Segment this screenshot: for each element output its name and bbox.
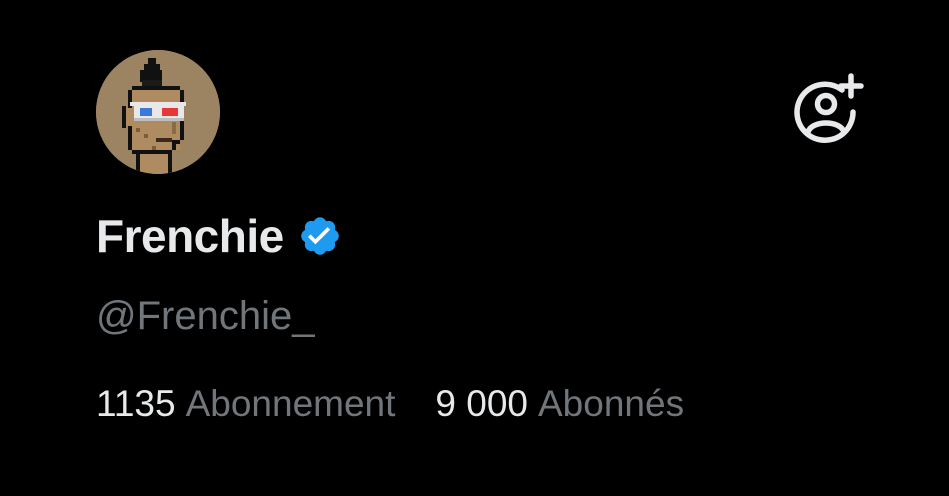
- following-stat[interactable]: 1135 Abonnement: [96, 378, 395, 430]
- profile-stats: 1135 Abonnement 9 000 Abonnés: [96, 378, 684, 430]
- followers-count: 9 000: [435, 383, 528, 424]
- person-add-icon: [794, 73, 864, 143]
- followers-stat[interactable]: 9 000 Abonnés: [435, 378, 684, 430]
- follow-button[interactable]: [790, 72, 864, 144]
- profile-name-row: Frenchie: [96, 206, 342, 266]
- verified-badge-icon[interactable]: [298, 214, 342, 258]
- display-name: Frenchie: [96, 210, 284, 262]
- profile-card: Frenchie @Frenchie_ 1135 Abonnement 9 00…: [0, 0, 949, 496]
- followers-label: Abonnés: [538, 383, 685, 424]
- pixel-punk-avatar-icon: [96, 50, 220, 174]
- following-label: Abonnement: [185, 383, 396, 424]
- profile-avatar[interactable]: [96, 50, 220, 174]
- profile-handle: @Frenchie_: [96, 294, 315, 338]
- following-count: 1135: [96, 383, 176, 424]
